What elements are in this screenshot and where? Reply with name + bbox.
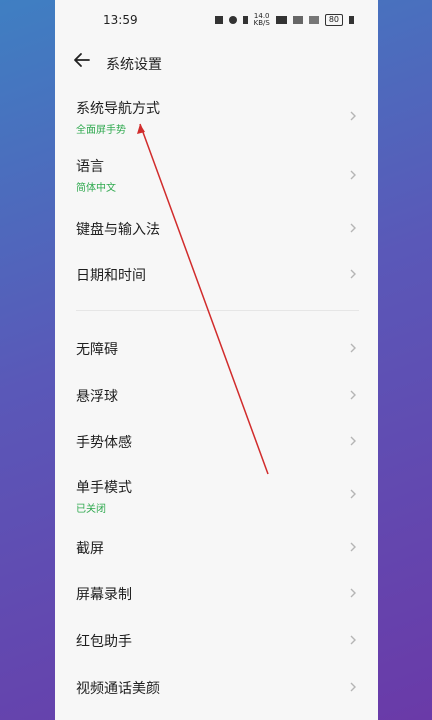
settings-item-one-hand-mode[interactable]: 单手模式 已关闭 (55, 468, 378, 516)
settings-item-floating-ball[interactable]: 悬浮球 (55, 373, 378, 413)
settings-item-label: 视频通话美颜 (76, 681, 160, 697)
chevron-right-icon (350, 588, 356, 598)
settings-item-screenshot[interactable]: 截屏 (55, 525, 378, 565)
settings-item-label: 日期和时间 (76, 268, 146, 284)
chevron-right-icon (350, 111, 356, 121)
status-time: 13:59 (103, 13, 138, 27)
chevron-right-icon (350, 489, 356, 499)
status-icons: 14.0 KB/S 80 (214, 13, 354, 27)
wifi-icon (292, 16, 303, 24)
network-speed: 14.0 KB/S (254, 13, 270, 27)
settings-item-label: 红包助手 (76, 634, 132, 650)
settings-item-value: 已关闭 (76, 504, 106, 515)
battery-indicator: 80 (324, 14, 343, 26)
settings-item-label: 悬浮球 (76, 389, 118, 405)
settings-item-label: 键盘与输入法 (76, 222, 160, 238)
chevron-right-icon (350, 542, 356, 552)
chevron-right-icon (350, 269, 356, 279)
signal-icon (308, 16, 319, 24)
chevron-right-icon (350, 390, 356, 400)
status-bar: 13:59 14.0 KB/S 80 (55, 0, 378, 40)
settings-item-value: 简体中文 (76, 183, 116, 194)
settings-item-label: 手势体感 (76, 435, 132, 451)
settings-item-label: 无障碍 (76, 342, 118, 358)
settings-item-label: 屏幕录制 (76, 587, 132, 603)
settings-item-label: 单手模式 (76, 480, 132, 496)
chevron-right-icon (350, 223, 356, 233)
settings-item-gestures[interactable]: 手势体感 (55, 419, 378, 459)
settings-item-navigation-mode[interactable]: 系统导航方式 全面屏手势 (55, 88, 378, 136)
network-speed-unit: KB/S (253, 19, 270, 27)
settings-screen: 13:59 14.0 KB/S 80 系统设置 系统导航方式 全面屏手势 语言 … (55, 0, 378, 720)
settings-item-red-packet-assistant[interactable]: 红包助手 (55, 618, 378, 658)
settings-item-label: 语言 (76, 159, 104, 175)
settings-item-screen-recording[interactable]: 屏幕录制 (55, 571, 378, 611)
settings-item-video-call-beauty[interactable]: 视频通话美颜 (55, 665, 378, 705)
settings-item-label: 系统导航方式 (76, 101, 160, 117)
settings-item-language[interactable]: 语言 简体中文 (55, 146, 378, 194)
settings-item-label: 截屏 (76, 541, 104, 557)
section-divider (76, 310, 359, 311)
chevron-right-icon (350, 436, 356, 446)
page-title: 系统设置 (106, 57, 162, 73)
hd-icon (275, 16, 287, 24)
settings-item-value: 全面屏手势 (76, 125, 126, 136)
bluetooth-icon (242, 16, 248, 24)
settings-item-accessibility[interactable]: 无障碍 (55, 326, 378, 366)
back-arrow-icon[interactable] (73, 51, 91, 69)
settings-item-keyboard[interactable]: 键盘与输入法 (55, 206, 378, 246)
chevron-right-icon (350, 170, 356, 180)
chevron-right-icon (350, 343, 356, 353)
page-header: 系统设置 (55, 48, 378, 80)
chevron-right-icon (350, 682, 356, 692)
charging-icon (349, 16, 354, 24)
nfc-icon (214, 16, 223, 24)
settings-item-date-time[interactable]: 日期和时间 (55, 252, 378, 292)
alarm-icon (228, 16, 237, 24)
chevron-right-icon (350, 635, 356, 645)
